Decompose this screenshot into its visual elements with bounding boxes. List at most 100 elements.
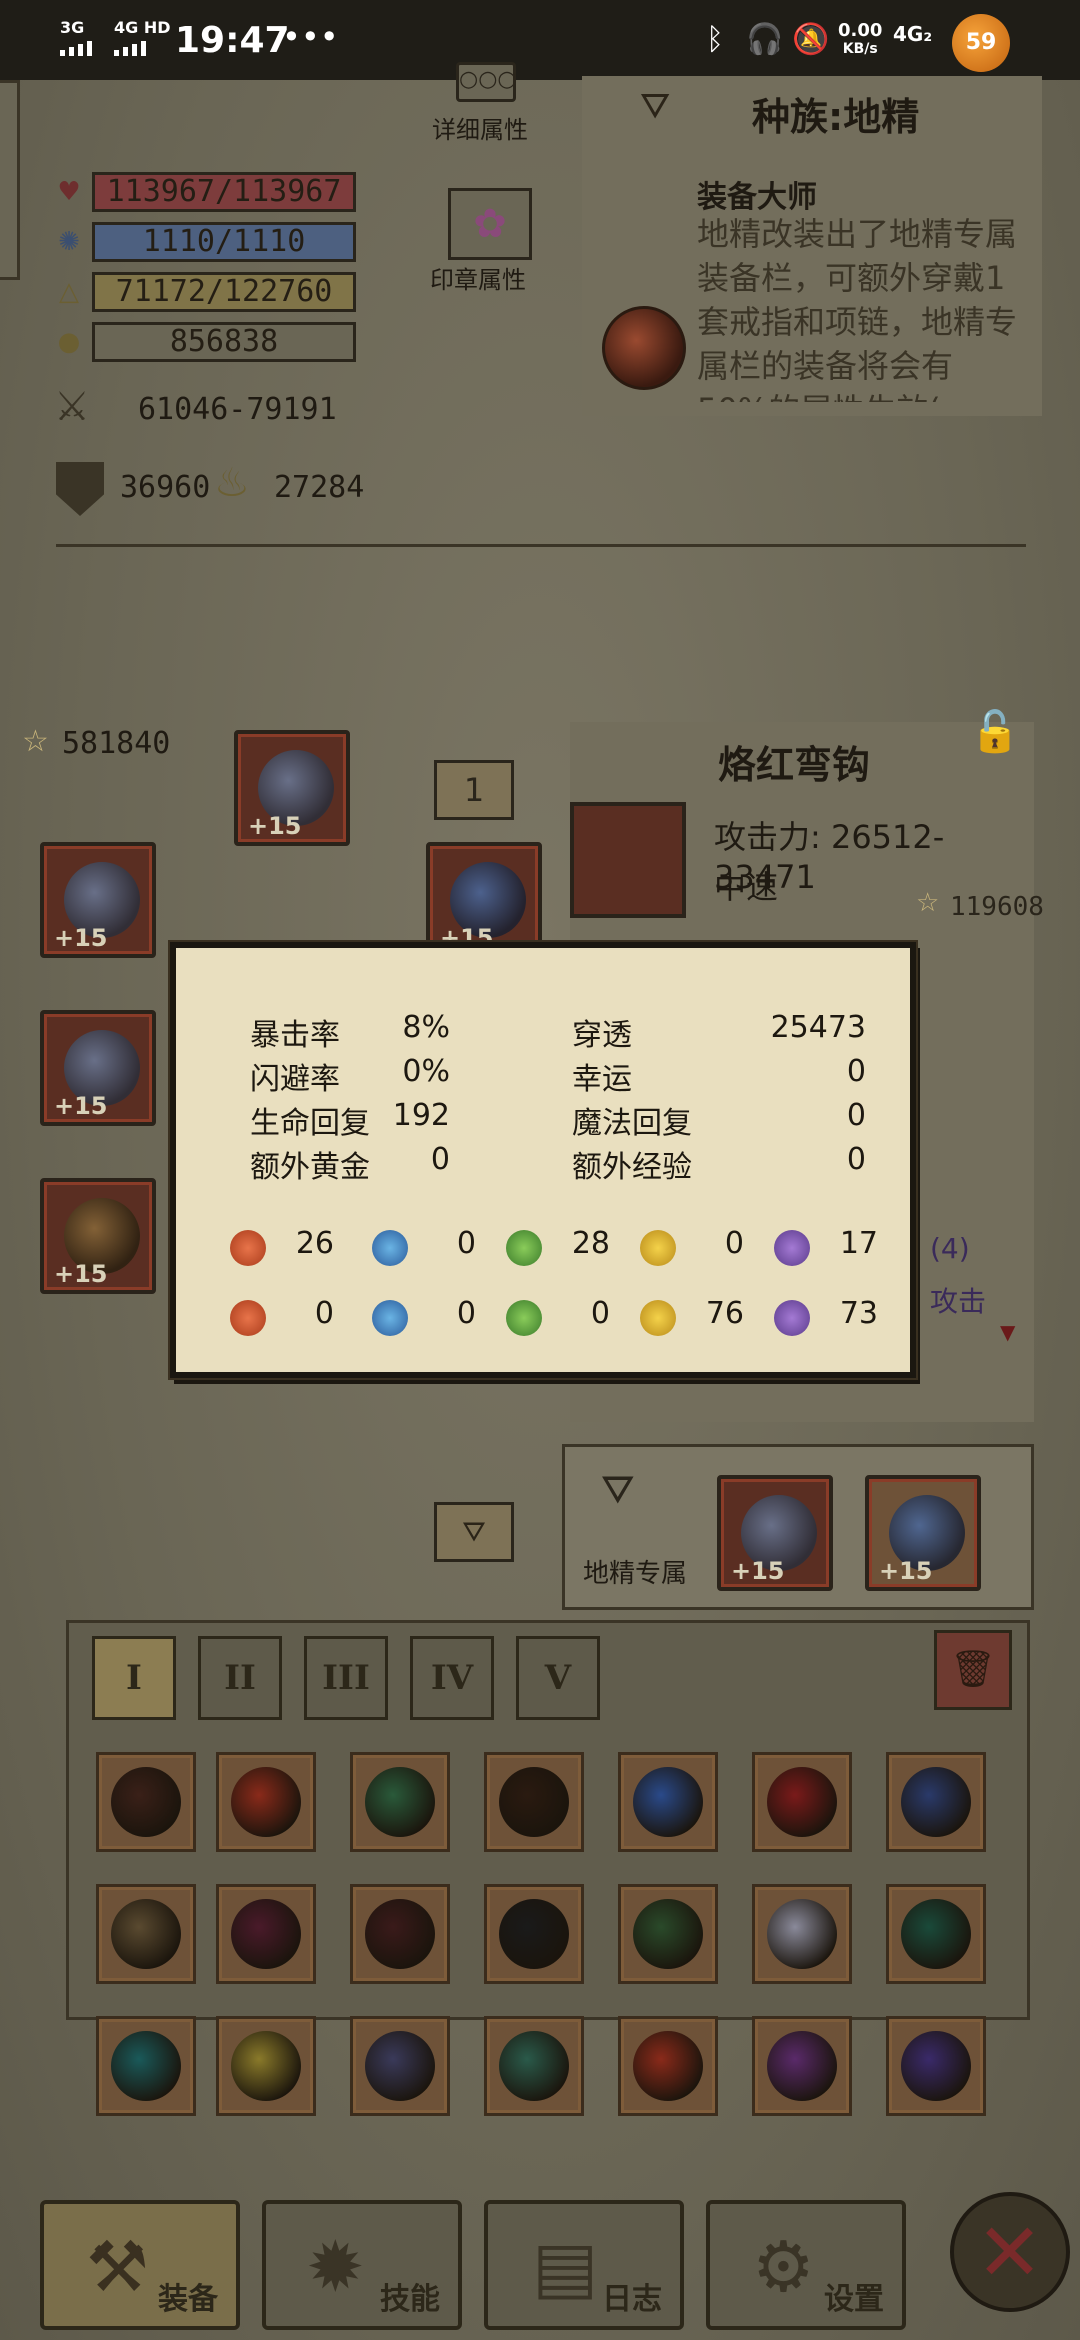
skill-icon: ✹ [306, 2226, 365, 2308]
necklace-slot[interactable]: +15 [426, 842, 542, 958]
side-tab[interactable] [0, 80, 20, 280]
inventory-item-slot[interactable] [216, 1884, 316, 1984]
seal-attr-button[interactable]: 印章属性 [430, 260, 526, 295]
inventory-item-slot[interactable] [216, 2016, 316, 2116]
nav-skill-button[interactable]: ✹ 技能 [262, 2200, 462, 2330]
xp-bar: 71172/122760 [92, 272, 356, 312]
detail-attr-button[interactable]: 详细属性 [432, 110, 528, 145]
water-attack-value: 0 [456, 1226, 476, 1261]
inventory-item-slot[interactable] [886, 2016, 986, 2116]
equip-score: 581840 [62, 726, 171, 761]
fire-attack-value: 26 [295, 1226, 334, 1261]
goblin-ring-slot[interactable]: +15 [717, 1475, 833, 1591]
star-icon: ☆ [22, 724, 49, 759]
inventory-item-slot[interactable] [350, 1884, 450, 1984]
gold-extra-value: 27284 [274, 470, 365, 505]
seal-flower-icon[interactable]: ✿ [448, 188, 532, 260]
inventory-item-slot[interactable] [752, 1884, 852, 1984]
water-resist-icon [372, 1300, 408, 1336]
inventory-item-slot[interactable] [886, 1884, 986, 1984]
inventory-item-slot[interactable] [216, 1752, 316, 1852]
inventory-item-slot[interactable] [484, 1752, 584, 1852]
inventory-item-slot[interactable] [350, 1752, 450, 1852]
weapon-slot[interactable]: +15 [40, 1010, 156, 1126]
inventory-item-slot[interactable] [96, 2016, 196, 2116]
avatar[interactable]: 59 [952, 14, 1010, 72]
tab-3[interactable]: III [304, 1636, 388, 1720]
earth-resist-icon [506, 1300, 542, 1336]
mp-regen-value: 0 [846, 1098, 866, 1133]
inventory-item-icon [231, 2031, 301, 2101]
earth-attack-icon [506, 1230, 542, 1266]
dark-attack-icon [774, 1230, 810, 1266]
helmet-slot[interactable]: +15 [234, 730, 350, 846]
scroll-down-icon[interactable]: ▼ [1000, 1320, 1015, 1344]
inventory-item-slot[interactable] [484, 1884, 584, 1984]
goblin-set-icon[interactable]: ⛛ [434, 1502, 514, 1562]
inventory-item-slot[interactable] [484, 2016, 584, 2116]
lightning-resist-icon [640, 1300, 676, 1336]
tab-5[interactable]: V [516, 1636, 600, 1720]
nav-log-button[interactable]: ▤ 日志 [484, 2200, 684, 2330]
fire-resist-value: 0 [314, 1296, 334, 1331]
fire-resist-icon [230, 1300, 266, 1336]
race-skill-description: 地精改装出了地精专属装备栏，可额外穿戴1套戒指和项链，地精专属栏的装备将会有50… [697, 215, 1017, 402]
inventory-item-icon [231, 1767, 301, 1837]
tab-4[interactable]: IV [410, 1636, 494, 1720]
more-notifications-icon: ••• [282, 18, 339, 56]
inventory-item-slot[interactable] [886, 1752, 986, 1852]
inventory-item-slot[interactable] [618, 1752, 718, 1852]
lock-icon[interactable]: 🔓 [970, 708, 1020, 755]
inventory-item-icon [499, 1899, 569, 1969]
race-title: 种族:地精 [752, 95, 920, 139]
lightning-attack-icon [640, 1230, 676, 1266]
inventory-item-slot[interactable] [752, 1752, 852, 1852]
inventory-item-icon [633, 1767, 703, 1837]
network-3g-label: 3G [60, 18, 85, 37]
network-4g-label: 4G HD [114, 18, 171, 37]
dark-attack-value: 17 [839, 1226, 878, 1261]
luck-value: 0 [846, 1054, 866, 1089]
inventory-item-slot[interactable] [618, 1884, 718, 1984]
inventory-item-icon [901, 1767, 971, 1837]
attribute-popup[interactable]: 暴击率 8% 穿透 25473 闪避率 0% 幸运 0 生命回复 192 魔法回… [170, 942, 916, 1378]
inventory-item-icon [901, 1899, 971, 1969]
set-count-badge: 1 [434, 760, 514, 820]
hp-regen-value: 192 [392, 1098, 450, 1133]
boots-slot[interactable]: +15 [40, 1178, 156, 1294]
trash-icon[interactable]: 🗑 [934, 1630, 1012, 1710]
inventory-item-icon [231, 1899, 301, 1969]
inventory-item-icon [767, 1899, 837, 1969]
gear-skill-icon[interactable] [602, 306, 686, 390]
item-speed: 中速 [714, 868, 779, 906]
clock: 19:47 [175, 20, 290, 61]
close-icon: ✕ [976, 2206, 1044, 2299]
inventory-item-slot[interactable] [96, 1752, 196, 1852]
heart-icon: ♥ [57, 177, 81, 207]
nav-settings-button[interactable]: ⚙ 设置 [706, 2200, 906, 2330]
tab-2[interactable]: II [198, 1636, 282, 1720]
extra-exp-value: 0 [846, 1142, 866, 1177]
inventory-item-icon [767, 1767, 837, 1837]
fire-attack-icon [230, 1230, 266, 1266]
dodge-value: 0% [402, 1054, 450, 1089]
detail-attr-icon[interactable]: ○○○ [456, 62, 517, 102]
inventory-item-slot[interactable] [350, 2016, 450, 2116]
nav-equip-button[interactable]: ⚒ 装备 [40, 2200, 240, 2330]
network-4g-2-label: 4G₂ [893, 22, 933, 46]
tab-1[interactable]: I [92, 1636, 176, 1720]
gloves-slot[interactable]: +15 [40, 842, 156, 958]
inventory-item-slot[interactable] [96, 1884, 196, 1984]
inventory-item-slot[interactable] [752, 2016, 852, 2116]
item-name: 烙红弯钩 [718, 743, 871, 787]
inventory-item-slot[interactable] [618, 2016, 718, 2116]
close-button[interactable]: ✕ [950, 2192, 1070, 2312]
item-icon [570, 802, 686, 918]
inventory-item-icon [767, 2031, 837, 2101]
goblin-necklace-slot[interactable]: +15 [865, 1475, 981, 1591]
book-icon: ▤ [532, 2226, 599, 2308]
goblin-emblem-icon: ⛛ [601, 1467, 635, 1513]
dodge-label: 闪避率 [250, 1062, 340, 1097]
inventory-item-icon [111, 2031, 181, 2101]
crit-value: 8% [402, 1010, 450, 1045]
